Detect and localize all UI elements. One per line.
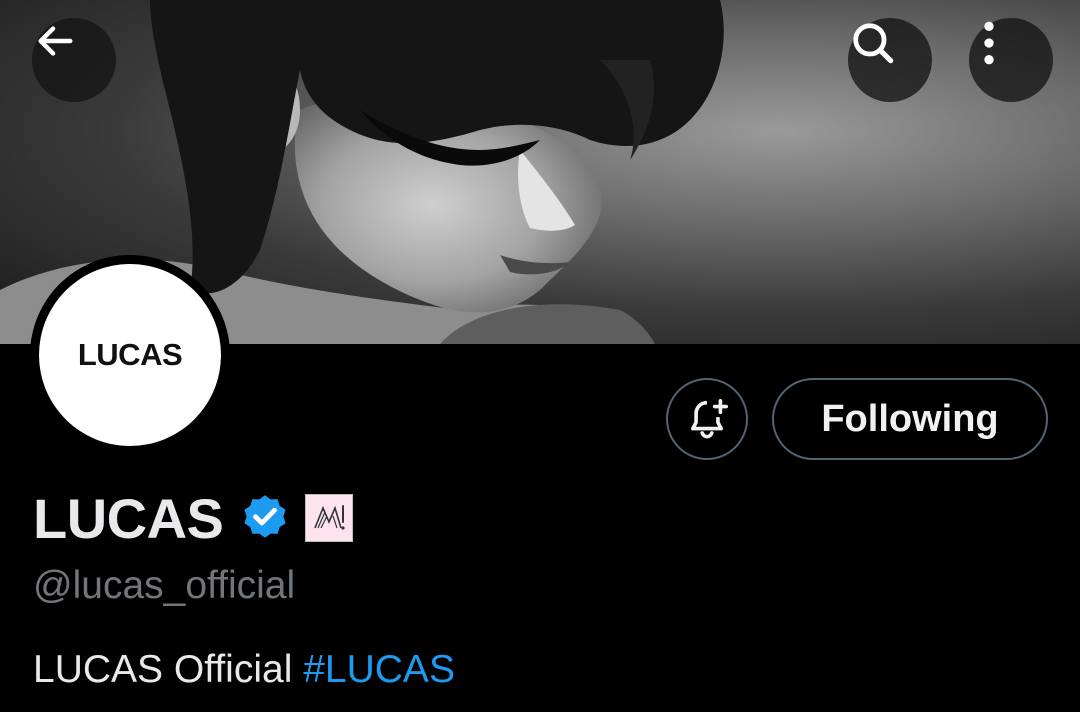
verified-badge-icon[interactable] bbox=[239, 492, 291, 544]
avatar-logo-text: LUCAS bbox=[39, 264, 221, 446]
search-button[interactable] bbox=[848, 18, 932, 102]
search-icon bbox=[853, 23, 894, 64]
bio-hashtag-link[interactable]: #LUCAS bbox=[303, 648, 455, 691]
bell-plus-icon bbox=[690, 398, 728, 439]
affiliate-label-badge[interactable] bbox=[305, 494, 354, 542]
more-options-button[interactable] bbox=[969, 18, 1053, 102]
arrow-left-icon bbox=[38, 26, 73, 56]
notifications-button[interactable] bbox=[666, 378, 748, 460]
affiliate-label-icon bbox=[314, 505, 345, 530]
profile-name-row: LUCAS bbox=[33, 486, 354, 550]
more-vertical-icon bbox=[984, 21, 994, 65]
back-button[interactable] bbox=[32, 18, 116, 102]
avatar[interactable]: LUCAS bbox=[30, 255, 230, 455]
bio-text: LUCAS Official bbox=[33, 648, 293, 691]
profile-bio: LUCAS Official #LUCAS bbox=[33, 648, 455, 692]
following-button[interactable]: Following bbox=[772, 378, 1048, 460]
display-name: LUCAS bbox=[33, 486, 224, 550]
profile-handle: @lucas_official bbox=[33, 564, 296, 607]
